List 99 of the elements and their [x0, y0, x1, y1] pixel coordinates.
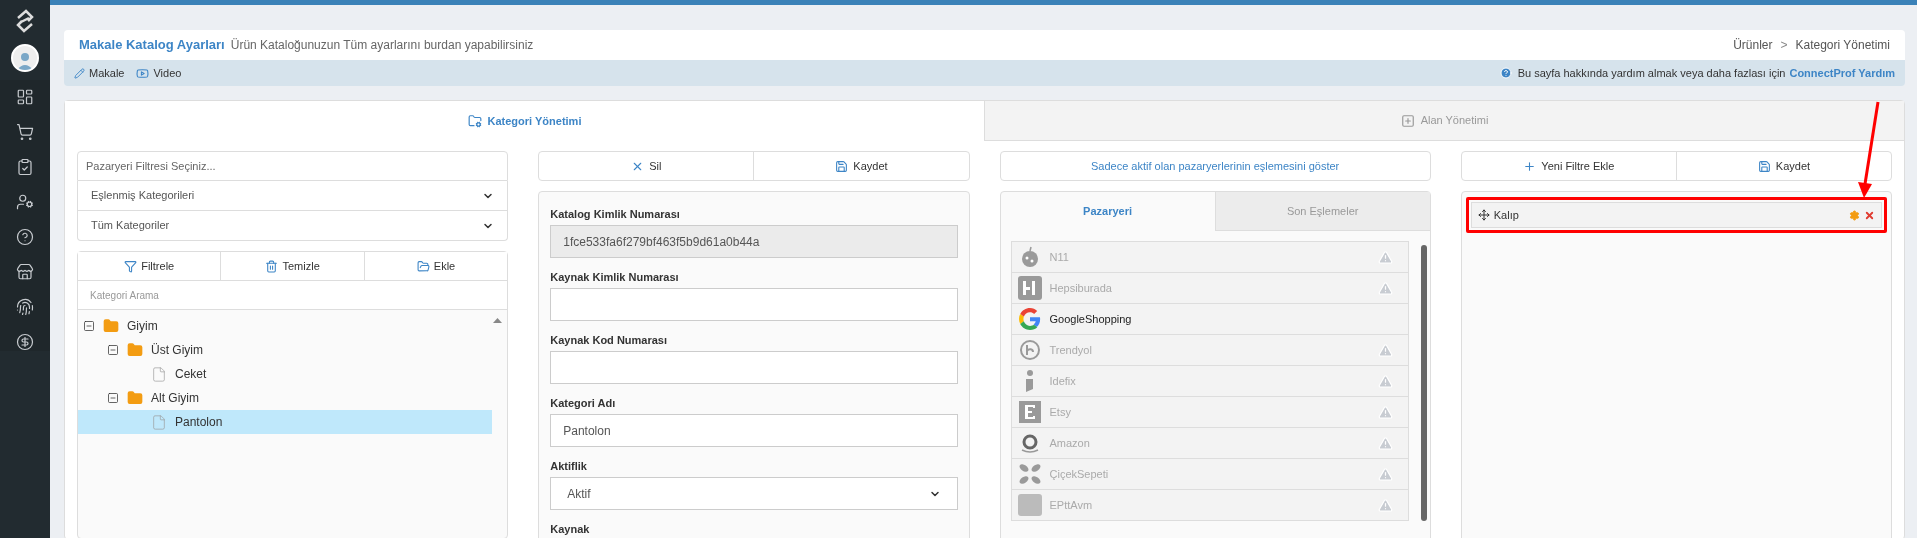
dashboard-icon[interactable] — [16, 88, 34, 106]
action-button[interactable]: Yeni Filtre Ekle — [1461, 152, 1676, 180]
page-subtitle: Ürün Kataloğunuzun Tüm ayarlarını burdan yapabilirsiniz — [230, 37, 534, 54]
save-icon — [835, 159, 849, 173]
marketplace-name: Idefix — [1049, 373, 1076, 389]
marketplace-name: Amazon — [1049, 435, 1090, 451]
save-icon — [1757, 159, 1771, 173]
tree-item[interactable]: Giyim — [78, 314, 508, 338]
google-icon — [1018, 308, 1041, 330]
marketplace-name: EPttAvm — [1049, 497, 1093, 513]
field-label: Kaynak — [550, 522, 591, 537]
folder-icon — [416, 259, 430, 273]
toolbar-button[interactable]: Filtrele — [78, 252, 221, 280]
scroll-up-icon[interactable] — [493, 318, 503, 323]
clipboard-icon[interactable] — [16, 158, 34, 176]
scrollbar[interactable] — [1420, 245, 1427, 521]
avatar[interactable] — [11, 44, 39, 72]
field-label: Aktiflik — [550, 459, 588, 474]
fingerprint-icon[interactable] — [16, 298, 34, 316]
help-link[interactable]: Video — [136, 64, 182, 82]
marketplace-name: N11 — [1049, 249, 1069, 265]
warning-icon — [1377, 404, 1393, 420]
help-icon[interactable] — [16, 228, 34, 246]
action-button[interactable]: Sil — [539, 152, 754, 180]
action-button[interactable]: Kaydet — [753, 152, 969, 180]
help-text: Bu sayfa hakkında yardım almak veya daha fazlası için — [1517, 65, 1786, 81]
text-field[interactable] — [550, 351, 958, 384]
text-field[interactable] — [550, 288, 958, 321]
circle-logo-icon — [1018, 339, 1041, 361]
marketplace-name: GoogleShopping — [1049, 311, 1132, 327]
cart-icon[interactable] — [16, 123, 34, 141]
field-label: Kaynak Kod Numarası — [550, 333, 668, 348]
dollar-icon[interactable] — [16, 333, 34, 351]
category-search-field[interactable]: Kategori Arama — [78, 281, 508, 310]
folder-icon — [126, 342, 144, 358]
toolbar-button[interactable]: Ekle — [363, 252, 508, 280]
field-label: Katalog Kimlik Numarası — [550, 207, 681, 222]
flower-icon — [1017, 463, 1042, 485]
store-icon[interactable] — [16, 263, 34, 281]
tree-item[interactable]: Ceket — [78, 362, 508, 386]
active-marketplaces-button[interactable]: Sadece aktif olan pazaryerlerinin eşlemesini göster — [999, 151, 1431, 181]
tree-item[interactable]: Pantolon — [78, 410, 493, 434]
warning-icon — [1377, 435, 1393, 451]
tree-label: Üst Giyim — [151, 342, 203, 359]
field-label: Kategori Adı — [550, 396, 617, 411]
warning-icon — [1377, 497, 1393, 513]
drag-handle-icon[interactable] — [1477, 209, 1490, 221]
tree-label: Alt Giyim — [151, 390, 199, 407]
warning-icon — [1377, 249, 1393, 265]
logo-icon — [1017, 494, 1042, 516]
tree-item[interactable]: Alt Giyim — [78, 386, 508, 410]
logo-icon — [1017, 276, 1042, 300]
tree-label: Giyim — [127, 318, 158, 335]
user-settings-icon[interactable] — [16, 193, 34, 211]
file-icon — [151, 413, 167, 431]
breadcrumb-link[interactable]: Kategori Yönetimi — [1795, 36, 1890, 54]
file-icon — [151, 365, 167, 383]
marketplace-name: Trendyol — [1049, 342, 1092, 358]
warning-icon — [1377, 466, 1393, 482]
collapse-icon[interactable] — [107, 344, 119, 356]
folder-icon — [126, 390, 144, 406]
field-add-icon — [1400, 113, 1415, 128]
help-link[interactable]: Makale — [74, 64, 125, 82]
marketplace-name: Etsy — [1049, 404, 1071, 420]
tab[interactable]: Pazaryeri — [1000, 192, 1215, 231]
action-button[interactable]: Kaydet — [1675, 152, 1891, 180]
filter-icon — [124, 259, 138, 273]
marketplace-name: ÇiçekSepeti — [1049, 466, 1109, 482]
select-field[interactable]: Aktif — [550, 477, 958, 510]
filter-item[interactable]: Kalıp — [1470, 202, 1882, 228]
help-icon — [1499, 67, 1512, 79]
filter-label: Kalıp — [1493, 207, 1519, 223]
close-icon[interactable] — [1864, 209, 1875, 221]
collapse-icon[interactable] — [83, 320, 95, 332]
tree-label: Pantolon — [175, 414, 223, 431]
marketplace-name: Hepsiburada — [1049, 280, 1112, 296]
warning-icon — [1377, 342, 1393, 358]
breadcrumb-link[interactable]: Ürünler — [1733, 36, 1773, 54]
folder-icon — [102, 318, 120, 334]
pencil-icon — [74, 67, 85, 79]
marketplace-filter-field[interactable]: Pazaryeri Filtresi Seçiniz... — [77, 151, 509, 181]
plus-icon — [1523, 159, 1537, 173]
warning-icon — [1377, 373, 1393, 389]
collapse-icon[interactable] — [107, 392, 119, 404]
tree-label: Ceket — [175, 366, 207, 383]
toolbar-button[interactable]: Temizle — [220, 252, 364, 280]
tree-item[interactable]: Üst Giyim — [78, 338, 508, 362]
marketplace-row[interactable]: GoogleShopping — [1011, 304, 1408, 335]
video-icon — [136, 66, 150, 80]
category-select[interactable]: Tüm Kategoriler — [77, 211, 509, 241]
folder-settings-icon — [467, 114, 482, 128]
warning-icon — [1377, 280, 1393, 296]
field-label: Kaynak Kimlik Numarası — [550, 270, 680, 285]
page-title: Makale Katalog Ayarları — [79, 36, 225, 55]
square-logo-icon — [1018, 401, 1041, 423]
breadcrumb-separator: > — [1780, 37, 1788, 54]
trash-icon — [265, 259, 279, 273]
text-field[interactable]: Pantolon — [550, 414, 958, 447]
category-select[interactable]: Eşlenmiş Kategorileri — [77, 181, 509, 211]
